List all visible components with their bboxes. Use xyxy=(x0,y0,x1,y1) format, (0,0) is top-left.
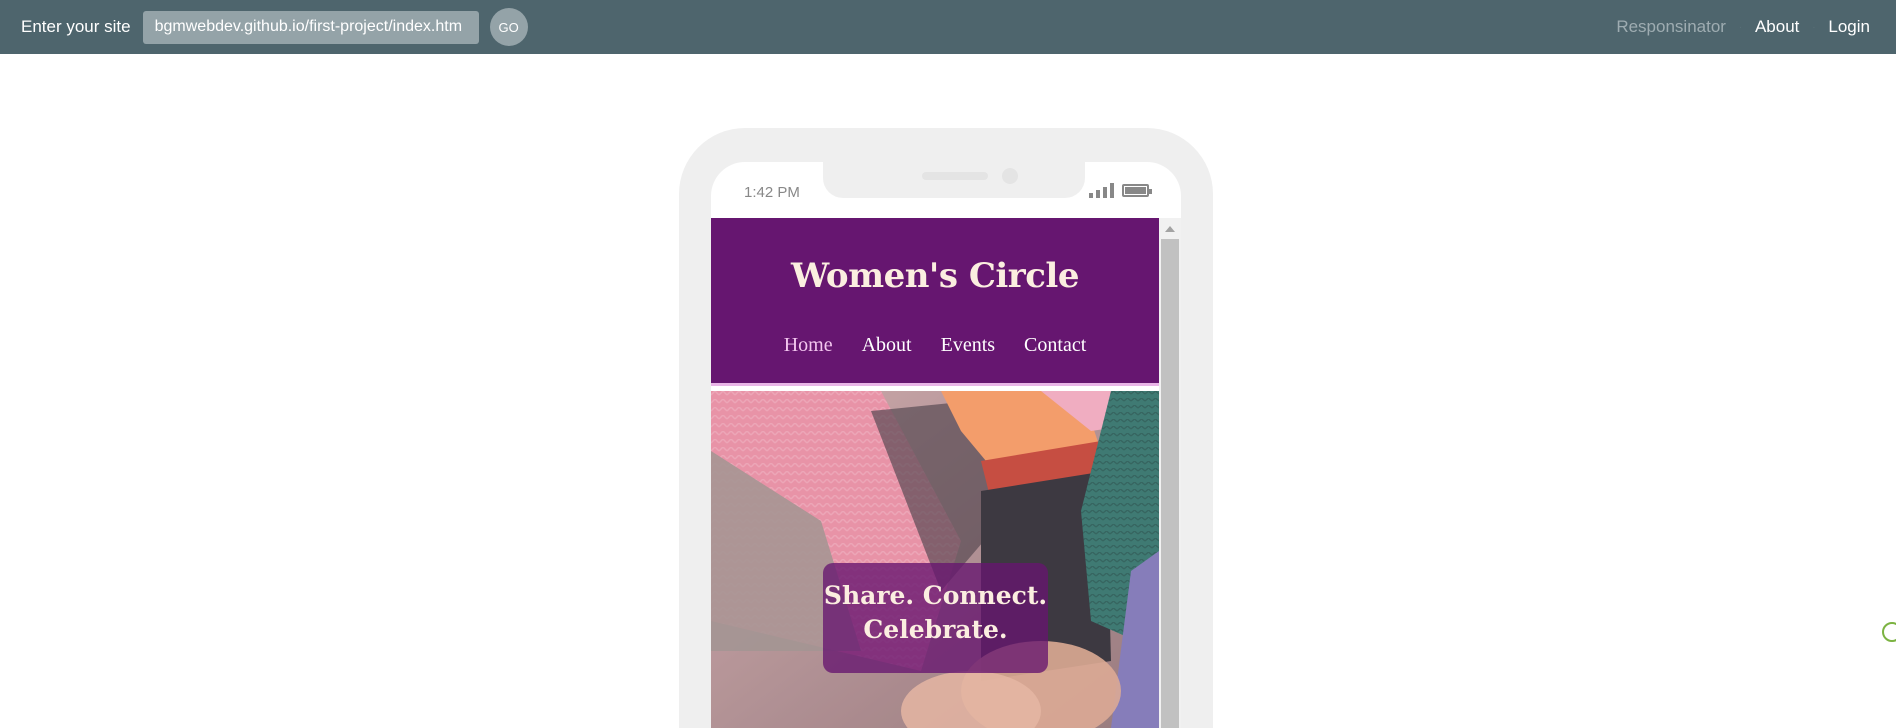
phone-status-bar: 1:42 PM xyxy=(711,162,1181,218)
site-input-label: Enter your site xyxy=(21,17,131,36)
scroll-thumb[interactable] xyxy=(1161,239,1179,728)
phone-notch xyxy=(823,162,1085,198)
site-nav-events[interactable]: Events xyxy=(941,334,995,357)
hero-tagline-line2: Celebrate. xyxy=(863,615,1008,644)
nav-separator: · xyxy=(1738,21,1743,33)
site-viewport[interactable]: Women's Circle Home About Events Contact xyxy=(711,218,1181,728)
site-scrollbar[interactable] xyxy=(1159,218,1181,728)
scroll-up-arrow-icon[interactable] xyxy=(1165,226,1175,232)
site-nav-about[interactable]: About xyxy=(862,334,912,357)
site-title: Women's Circle xyxy=(791,256,1079,296)
status-time: 1:42 PM xyxy=(744,184,800,201)
go-button[interactable]: GO xyxy=(489,8,528,46)
hero-tagline-line1: Share. Connect. xyxy=(823,581,1048,610)
hero-image: Share. Connect. Celebrate. xyxy=(711,391,1159,728)
site-nav: Home About Events Contact xyxy=(711,334,1159,357)
login-link[interactable]: Login xyxy=(1828,17,1870,37)
corner-status-icon xyxy=(1882,622,1896,642)
nav-separator: · xyxy=(1812,21,1816,33)
site-nav-contact[interactable]: Contact xyxy=(1024,334,1086,357)
top-nav: Responsinator · About · Login xyxy=(1616,0,1870,54)
speaker-icon xyxy=(922,172,988,180)
phone-frame: 1:42 PM Women's Circle Home About Events… xyxy=(679,128,1213,728)
signal-bars-icon xyxy=(1089,182,1114,198)
site-nav-home[interactable]: Home xyxy=(784,334,833,357)
camera-icon xyxy=(1002,168,1018,184)
brand-link[interactable]: Responsinator xyxy=(1616,17,1726,37)
site-url-input[interactable] xyxy=(142,10,479,44)
top-toolbar: Enter your site GO Responsinator · About… xyxy=(0,0,1896,54)
about-link[interactable]: About xyxy=(1755,17,1799,37)
site-header: Women's Circle Home About Events Contact xyxy=(711,218,1159,386)
battery-full-icon xyxy=(1122,184,1152,197)
hero-photo-illustration xyxy=(711,391,1159,728)
hero-tagline-box: Share. Connect. Celebrate. xyxy=(823,563,1048,673)
